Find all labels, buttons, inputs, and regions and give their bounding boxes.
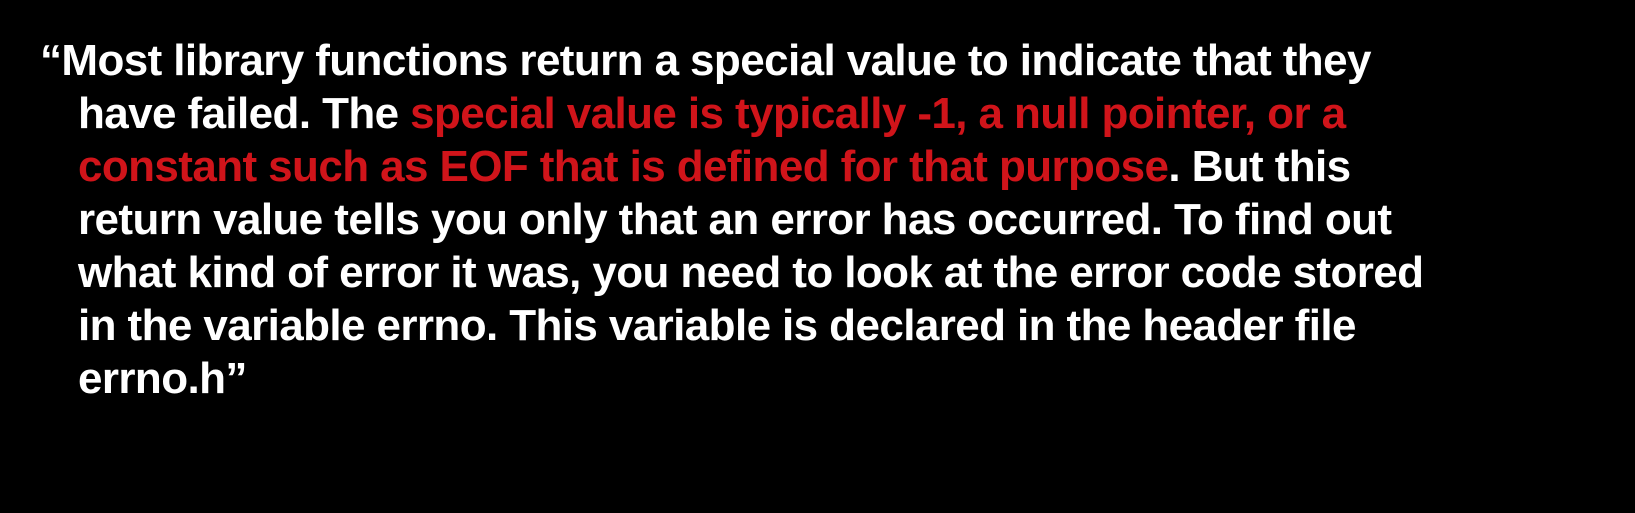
quote-text: “Most library functions return a special… (40, 34, 1600, 405)
quote-line-3: constant such as EOF that is defined for… (40, 140, 1600, 193)
quote-line-2: have failed. The special value is typica… (40, 87, 1600, 140)
quote-line-2-plain: have failed. The (78, 89, 411, 138)
quote-line-5: what kind of error it was, you need to l… (78, 248, 1424, 297)
slide: “Most library functions return a special… (0, 0, 1635, 513)
quote-line-7: errno.h” (78, 354, 247, 403)
quote-line-3-plain: . But this (1168, 142, 1351, 191)
quote-line-4: return value tells you only that an erro… (78, 195, 1392, 244)
quote-line-1: “Most library functions return a special… (40, 36, 1371, 85)
highlighted-text: constant such as EOF that is defined for… (78, 142, 1169, 191)
quote-line-6: in the variable errno. This variable is … (78, 301, 1356, 350)
highlighted-text: special value is typically -1, a null po… (410, 89, 1346, 138)
